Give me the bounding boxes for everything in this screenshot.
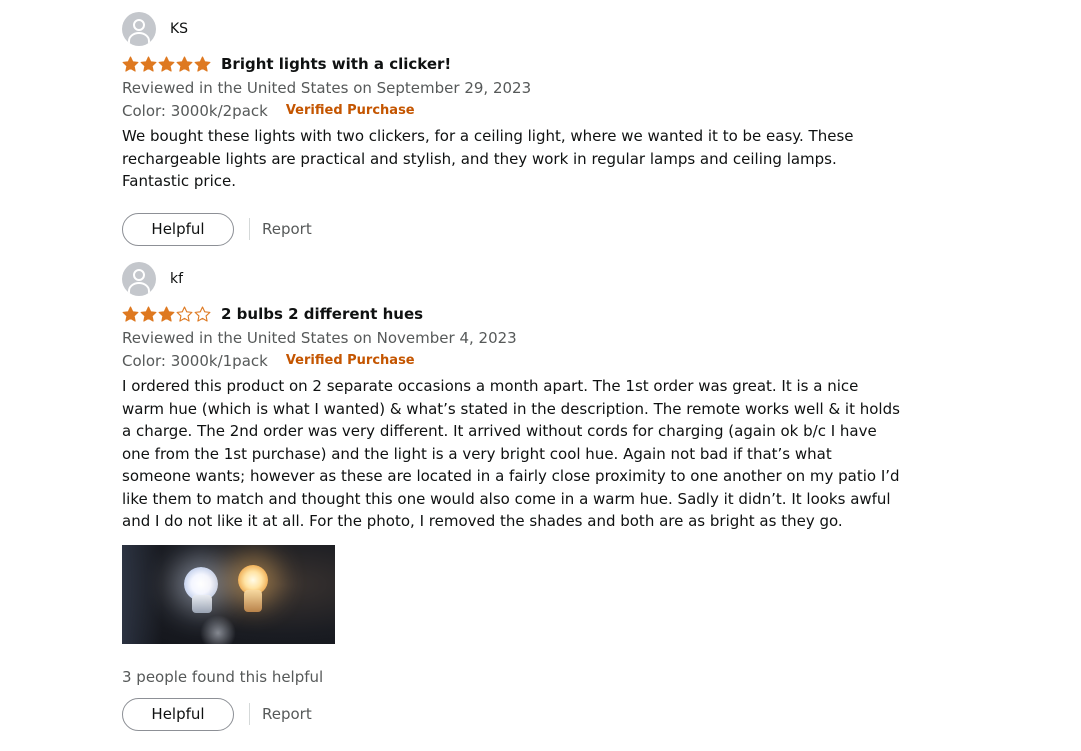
reviewer-profile[interactable]: kf — [122, 262, 902, 296]
star-filled-icon — [122, 305, 139, 322]
helpful-button[interactable]: Helpful — [122, 697, 234, 731]
star-filled-icon — [158, 55, 175, 72]
star-empty-icon — [176, 305, 193, 322]
star-filled-icon — [122, 55, 139, 72]
review-photo[interactable] — [122, 544, 335, 644]
avatar-icon — [122, 12, 156, 46]
star-filled-icon — [194, 55, 211, 72]
star-filled-icon — [158, 305, 175, 322]
variant-info: Color: 3000k/1pack — [122, 352, 268, 370]
reviewer-profile[interactable]: KS — [122, 12, 902, 46]
review-body: We bought these lights with two clickers… — [122, 127, 854, 190]
review-title[interactable]: Bright lights with a clicker! — [221, 55, 451, 73]
verified-purchase-badge: Verified Purchase — [285, 353, 415, 368]
helpful-count: 3 people found this helpful — [122, 667, 324, 686]
helpful-button[interactable]: Helpful — [122, 212, 234, 246]
report-link[interactable]: Report — [262, 220, 312, 238]
reviewer-name[interactable]: KS — [170, 21, 188, 37]
review-title[interactable]: 2 bulbs 2 different hues — [221, 305, 423, 323]
variant-info: Color: 3000k/2pack — [122, 102, 268, 120]
reviewer-name[interactable]: kf — [170, 271, 183, 287]
star-rating[interactable] — [122, 55, 211, 73]
verified-purchase-badge: Verified Purchase — [285, 103, 415, 118]
star-filled-icon — [176, 55, 193, 72]
review-body: I ordered this product on 2 separate occ… — [122, 377, 900, 530]
star-empty-icon — [194, 305, 211, 322]
review-date: Reviewed in the United States on Novembe… — [122, 329, 517, 347]
star-filled-icon — [140, 55, 157, 72]
review-1: KS Bright lights with a clicker! Reviewe… — [122, 12, 902, 246]
action-divider — [249, 703, 250, 725]
action-divider — [249, 218, 250, 240]
star-rating[interactable] — [122, 305, 211, 323]
review-date: Reviewed in the United States on Septemb… — [122, 79, 532, 97]
star-filled-icon — [140, 305, 157, 322]
report-link[interactable]: Report — [262, 705, 312, 723]
avatar-icon — [122, 262, 156, 296]
review-2: kf 2 bulbs 2 different hues Reviewed in … — [122, 262, 902, 731]
